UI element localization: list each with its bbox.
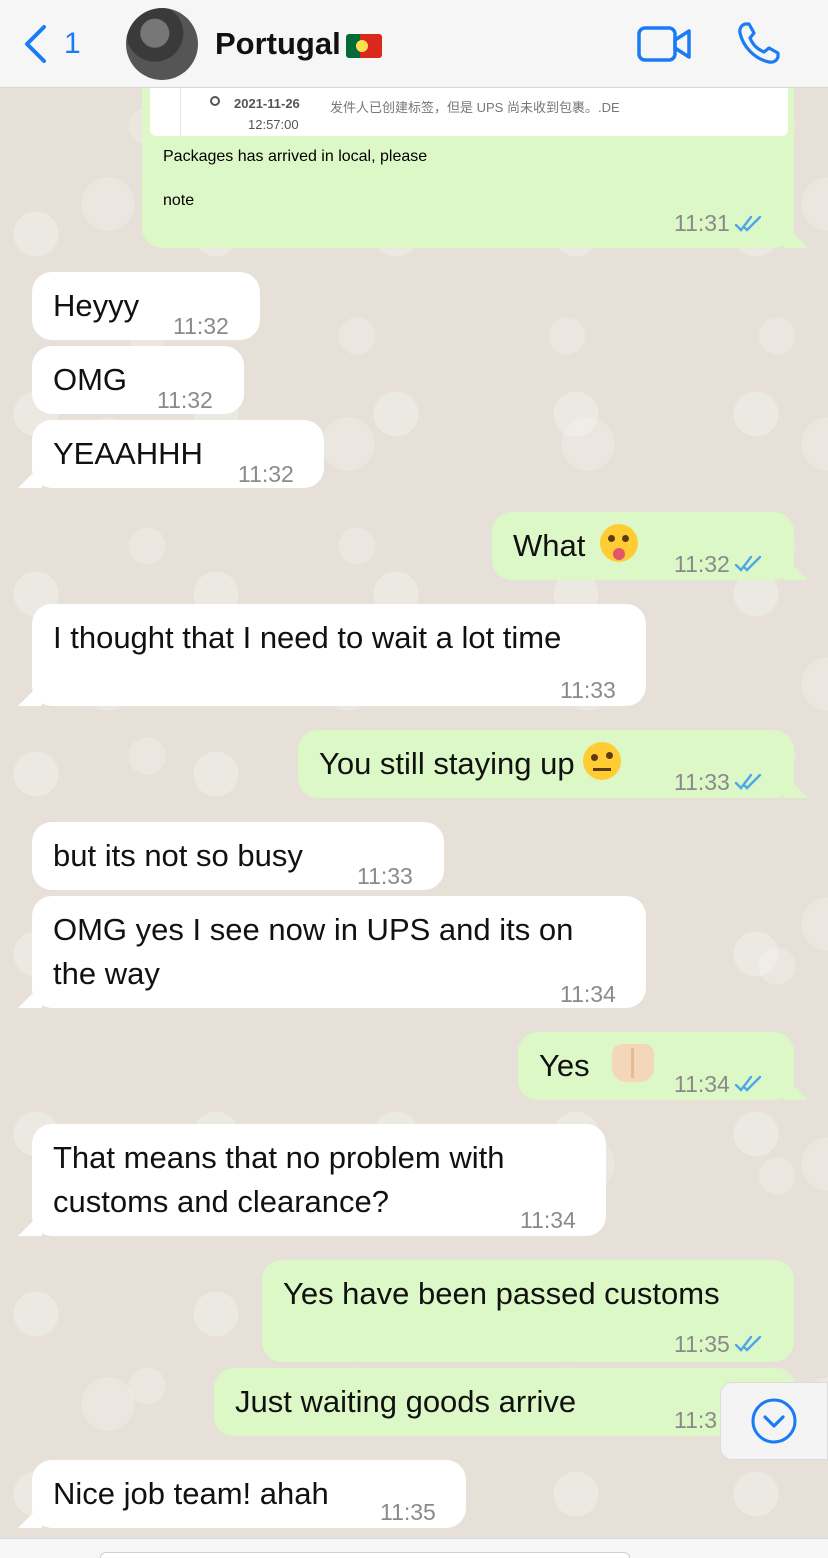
tracking-dot-icon xyxy=(210,96,220,106)
timestamp: 11:33 xyxy=(357,863,413,889)
message-incoming[interactable]: OMG 11:32 xyxy=(32,346,244,414)
message-text: OMG yes I see now in UPS and its on xyxy=(53,912,574,947)
message-label: Yes xyxy=(539,1048,590,1083)
scroll-to-bottom-button[interactable] xyxy=(720,1382,828,1460)
message-text: Packages has arrived in local, please xyxy=(163,148,428,165)
message-text: but its not so busy xyxy=(53,838,303,873)
timestamp: 11:33 xyxy=(560,677,616,703)
portugal-flag-icon xyxy=(346,34,382,58)
video-call-icon[interactable] xyxy=(636,22,692,66)
message-incoming[interactable]: OMG yes I see now in UPS and its on the … xyxy=(32,896,646,1008)
timestamp: 11:32 xyxy=(674,551,730,577)
phone-call-icon[interactable] xyxy=(736,20,782,66)
message-time: 11:31 xyxy=(674,210,764,237)
timestamp: 11:34 xyxy=(560,981,616,1007)
read-ticks-icon xyxy=(734,773,762,790)
message-time: 11:35 xyxy=(674,1322,764,1366)
timestamp: 11:32 xyxy=(173,313,229,339)
chevron-down-circle-icon xyxy=(751,1398,797,1444)
message-text: OMG xyxy=(53,362,128,397)
message-incoming[interactable]: I thought that I need to wait a lot time… xyxy=(32,604,646,706)
message-text: the way xyxy=(53,956,160,991)
timestamp: 11:34 xyxy=(520,1207,576,1233)
message-text: customs and clearance? xyxy=(53,1184,390,1219)
timestamp: 11:3 xyxy=(674,1407,718,1433)
message-time: 11:34 xyxy=(674,1062,764,1106)
read-ticks-icon xyxy=(734,555,762,572)
tracking-date: 2021-11-26 xyxy=(234,96,300,111)
contact-avatar[interactable] xyxy=(126,8,198,80)
timestamp: 11:35 xyxy=(380,1499,436,1525)
message-incoming[interactable]: That means that no problem with customs … xyxy=(32,1124,606,1236)
message-text: That means that no problem with xyxy=(53,1140,505,1175)
message-text: You still staying up xyxy=(319,742,622,786)
timestamp: 11:35 xyxy=(674,1331,730,1357)
message-input[interactable] xyxy=(100,1552,630,1558)
message-text: note xyxy=(163,192,195,209)
tracking-description: 发件人已创建标签，但是 UPS 尚未收到包裹。.DE xyxy=(330,100,620,115)
message-text: Yes have been passed customs xyxy=(283,1276,720,1311)
chat-header: 1 Portugal xyxy=(0,0,828,88)
timestamp: 11:34 xyxy=(674,1071,730,1097)
message-outgoing[interactable]: Yes 11:34 xyxy=(518,1032,794,1100)
timestamp: 11:31 xyxy=(674,210,730,236)
timestamp: 11:32 xyxy=(238,461,294,487)
message-incoming[interactable]: Nice job team! ahah 11:35 xyxy=(32,1460,466,1528)
message-outgoing[interactable]: What 11:32 xyxy=(492,512,794,580)
tracking-divider xyxy=(180,80,181,136)
message-text: YEAAHHH xyxy=(53,436,203,471)
message-label: What xyxy=(513,528,586,563)
message-text: Nice job team! ahah xyxy=(53,1476,329,1511)
timestamp: 11:33 xyxy=(674,769,730,795)
message-time: 11:32 xyxy=(674,542,764,586)
tracking-time: 12:57:00 xyxy=(248,117,299,132)
face-with-raised-eyebrow-icon xyxy=(583,742,622,780)
message-incoming[interactable]: but its not so busy 11:33 xyxy=(32,822,444,890)
message-incoming[interactable]: Heyyy 11:32 xyxy=(32,272,260,340)
read-ticks-icon xyxy=(734,1075,762,1092)
message-outgoing[interactable]: You still staying up 11:33 xyxy=(298,730,794,798)
timestamp: 11:32 xyxy=(157,387,213,413)
message-text: What xyxy=(513,524,638,568)
message-label: You still staying up xyxy=(319,746,575,781)
message-text: Heyyy xyxy=(53,288,140,323)
message-text: Yes xyxy=(539,1044,655,1088)
message-text: I thought that I need to wait a lot time xyxy=(53,620,562,655)
message-time: 11:33 xyxy=(674,760,764,804)
message-outgoing[interactable]: Yes have been passed customs 11:35 xyxy=(262,1260,794,1362)
message-text: Just waiting goods arrive xyxy=(235,1384,577,1419)
read-ticks-icon xyxy=(734,1335,762,1352)
tracking-card[interactable]: 2021-11-26 12:57:00 发件人已创建标签，但是 UPS 尚未收到… xyxy=(150,80,788,136)
contact-name[interactable]: Portugal xyxy=(215,26,341,62)
message-incoming[interactable]: YEAAHHH 11:32 xyxy=(32,420,324,488)
read-ticks-icon xyxy=(734,215,762,232)
raising-hands-icon xyxy=(612,1044,655,1082)
winking-face-with-tongue-icon xyxy=(599,524,638,562)
message-outgoing[interactable]: Just waiting goods arrive 11:3 xyxy=(214,1368,794,1436)
back-button[interactable]: 1 xyxy=(22,22,81,66)
unread-count: 1 xyxy=(64,27,81,60)
chevron-left-icon xyxy=(25,25,46,63)
